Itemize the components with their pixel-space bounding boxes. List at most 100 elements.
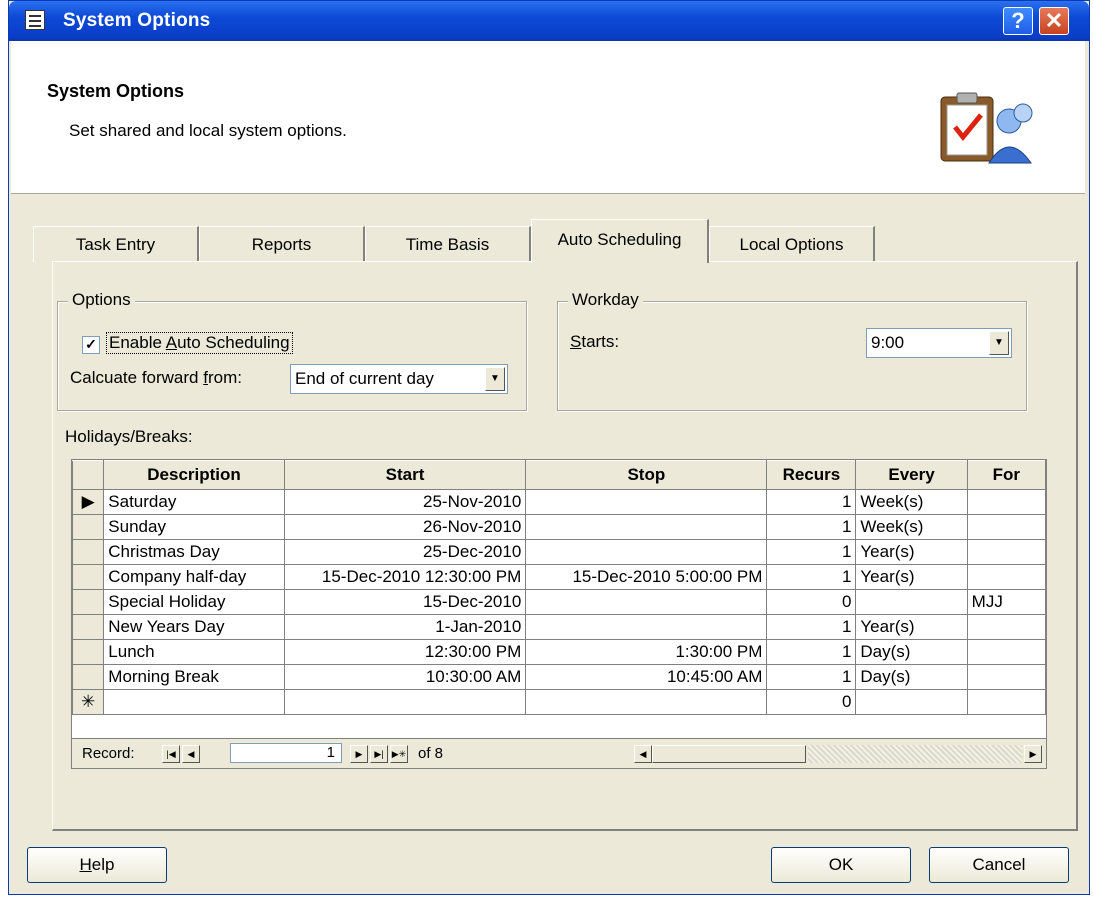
- row-selector[interactable]: [72, 539, 105, 565]
- cell-description[interactable]: Morning Break: [103, 664, 285, 690]
- current-record-icon[interactable]: ▶: [72, 489, 105, 515]
- column-header-every[interactable]: Every: [855, 460, 968, 490]
- row-selector[interactable]: [72, 564, 105, 590]
- cell-recurs[interactable]: 1: [766, 514, 857, 540]
- cell-every[interactable]: [855, 589, 968, 615]
- cell-for[interactable]: [966, 514, 1046, 540]
- horizontal-scroll-track[interactable]: [808, 745, 1022, 763]
- cell-stop[interactable]: [525, 689, 768, 715]
- column-header-description[interactable]: Description: [103, 460, 285, 490]
- cell-start[interactable]: [283, 689, 527, 715]
- enable-auto-scheduling-label[interactable]: Enable Auto Scheduling: [106, 332, 293, 354]
- cell-description[interactable]: Lunch: [103, 639, 285, 665]
- table-row[interactable]: Special Holiday 15-Dec-2010 0 MJJ: [72, 589, 1046, 615]
- table-row[interactable]: Sunday 26-Nov-2010 1 Week(s): [72, 514, 1046, 540]
- horizontal-scroll-thumb[interactable]: [652, 745, 806, 763]
- first-record-button[interactable]: |◀: [162, 745, 180, 763]
- cell-start[interactable]: 26-Nov-2010: [283, 514, 527, 540]
- cell-description[interactable]: Sunday: [103, 514, 285, 540]
- cell-description[interactable]: New Years Day: [103, 614, 285, 640]
- table-row[interactable]: Company half-day 15-Dec-2010 12:30:00 PM…: [72, 564, 1046, 590]
- cell-recurs[interactable]: 1: [766, 489, 857, 515]
- row-selector[interactable]: [72, 514, 105, 540]
- calc-forward-select[interactable]: End of current day ▼: [290, 364, 508, 394]
- cell-description[interactable]: Special Holiday: [103, 589, 285, 615]
- cell-for[interactable]: [966, 639, 1046, 665]
- table-row[interactable]: Lunch 12:30:00 PM 1:30:00 PM 1 Day(s): [72, 639, 1046, 665]
- table-row[interactable]: ▶ Saturday 25-Nov-2010 1 Week(s): [72, 489, 1046, 515]
- tab-auto-scheduling[interactable]: Auto Scheduling: [531, 219, 709, 263]
- cell-for[interactable]: MJJ: [966, 589, 1046, 615]
- table-row[interactable]: Morning Break 10:30:00 AM 10:45:00 AM 1 …: [72, 664, 1046, 690]
- column-header-for[interactable]: For: [966, 460, 1046, 490]
- cell-stop[interactable]: [525, 514, 768, 540]
- row-selector[interactable]: [72, 639, 105, 665]
- cell-start[interactable]: 15-Dec-2010 12:30:00 PM: [283, 564, 527, 590]
- column-header-recurs[interactable]: Recurs: [766, 460, 857, 490]
- help-button[interactable]: Help: [27, 847, 167, 883]
- cell-every[interactable]: Day(s): [855, 639, 968, 665]
- cell-for[interactable]: [966, 664, 1046, 690]
- cell-recurs[interactable]: 0: [766, 689, 857, 715]
- cell-start[interactable]: 15-Dec-2010: [283, 589, 527, 615]
- starts-select[interactable]: 9:00 ▼: [866, 328, 1012, 358]
- table-row[interactable]: Christmas Day 25-Dec-2010 1 Year(s): [72, 539, 1046, 565]
- help-icon[interactable]: ?: [1003, 7, 1033, 35]
- cell-for[interactable]: [966, 689, 1046, 715]
- chevron-down-icon[interactable]: ▼: [485, 367, 505, 391]
- cell-stop[interactable]: 1:30:00 PM: [525, 639, 768, 665]
- cell-stop[interactable]: [525, 614, 768, 640]
- cell-recurs[interactable]: 1: [766, 539, 857, 565]
- title-bar[interactable]: System Options ? ✕: [9, 1, 1089, 41]
- previous-record-button[interactable]: ◀: [182, 745, 200, 763]
- record-number-input[interactable]: 1: [230, 743, 342, 763]
- cell-every[interactable]: Year(s): [855, 614, 968, 640]
- row-selector-header[interactable]: [72, 460, 105, 490]
- row-selector[interactable]: [72, 664, 105, 690]
- new-record-row[interactable]: ✳ 0: [72, 689, 1046, 715]
- cell-start[interactable]: 25-Nov-2010: [283, 489, 527, 515]
- table-row[interactable]: New Years Day 1-Jan-2010 1 Year(s): [72, 614, 1046, 640]
- row-selector[interactable]: [72, 589, 105, 615]
- cell-description[interactable]: Company half-day: [103, 564, 285, 590]
- cell-stop[interactable]: [525, 489, 768, 515]
- cell-for[interactable]: [966, 489, 1046, 515]
- chevron-down-icon[interactable]: ▼: [989, 331, 1009, 355]
- close-icon[interactable]: ✕: [1039, 7, 1069, 35]
- cell-for[interactable]: [966, 564, 1046, 590]
- cell-start[interactable]: 10:30:00 AM: [283, 664, 527, 690]
- cell-stop[interactable]: 15-Dec-2010 5:00:00 PM: [525, 564, 768, 590]
- cell-stop[interactable]: [525, 539, 768, 565]
- row-selector[interactable]: [72, 614, 105, 640]
- cell-stop[interactable]: 10:45:00 AM: [525, 664, 768, 690]
- last-record-button[interactable]: ▶|: [370, 745, 388, 763]
- cell-start[interactable]: 12:30:00 PM: [283, 639, 527, 665]
- cell-every[interactable]: [855, 689, 968, 715]
- tab-time-basis[interactable]: Time Basis: [365, 226, 531, 262]
- new-record-icon[interactable]: ✳: [72, 689, 105, 715]
- cell-stop[interactable]: [525, 589, 768, 615]
- cell-for[interactable]: [966, 539, 1046, 565]
- cell-recurs[interactable]: 0: [766, 589, 857, 615]
- ok-button[interactable]: OK: [771, 847, 911, 883]
- column-header-start[interactable]: Start: [283, 460, 527, 490]
- cell-every[interactable]: Week(s): [855, 489, 968, 515]
- cell-description[interactable]: Christmas Day: [103, 539, 285, 565]
- cell-start[interactable]: 1-Jan-2010: [283, 614, 527, 640]
- new-record-button[interactable]: ▶✳: [390, 745, 408, 763]
- cell-start[interactable]: 25-Dec-2010: [283, 539, 527, 565]
- cell-every[interactable]: Week(s): [855, 514, 968, 540]
- tab-reports[interactable]: Reports: [199, 226, 365, 262]
- tab-local-options[interactable]: Local Options: [709, 226, 875, 262]
- column-header-stop[interactable]: Stop: [525, 460, 768, 490]
- enable-auto-scheduling-checkbox[interactable]: ✓: [82, 336, 100, 354]
- scroll-left-button[interactable]: ◀: [634, 745, 652, 763]
- cell-description[interactable]: [103, 689, 285, 715]
- cell-every[interactable]: Day(s): [855, 664, 968, 690]
- cell-description[interactable]: Saturday: [103, 489, 285, 515]
- cell-every[interactable]: Year(s): [855, 564, 968, 590]
- scroll-right-button[interactable]: ▶: [1024, 745, 1042, 763]
- cell-recurs[interactable]: 1: [766, 614, 857, 640]
- cell-every[interactable]: Year(s): [855, 539, 968, 565]
- cell-recurs[interactable]: 1: [766, 564, 857, 590]
